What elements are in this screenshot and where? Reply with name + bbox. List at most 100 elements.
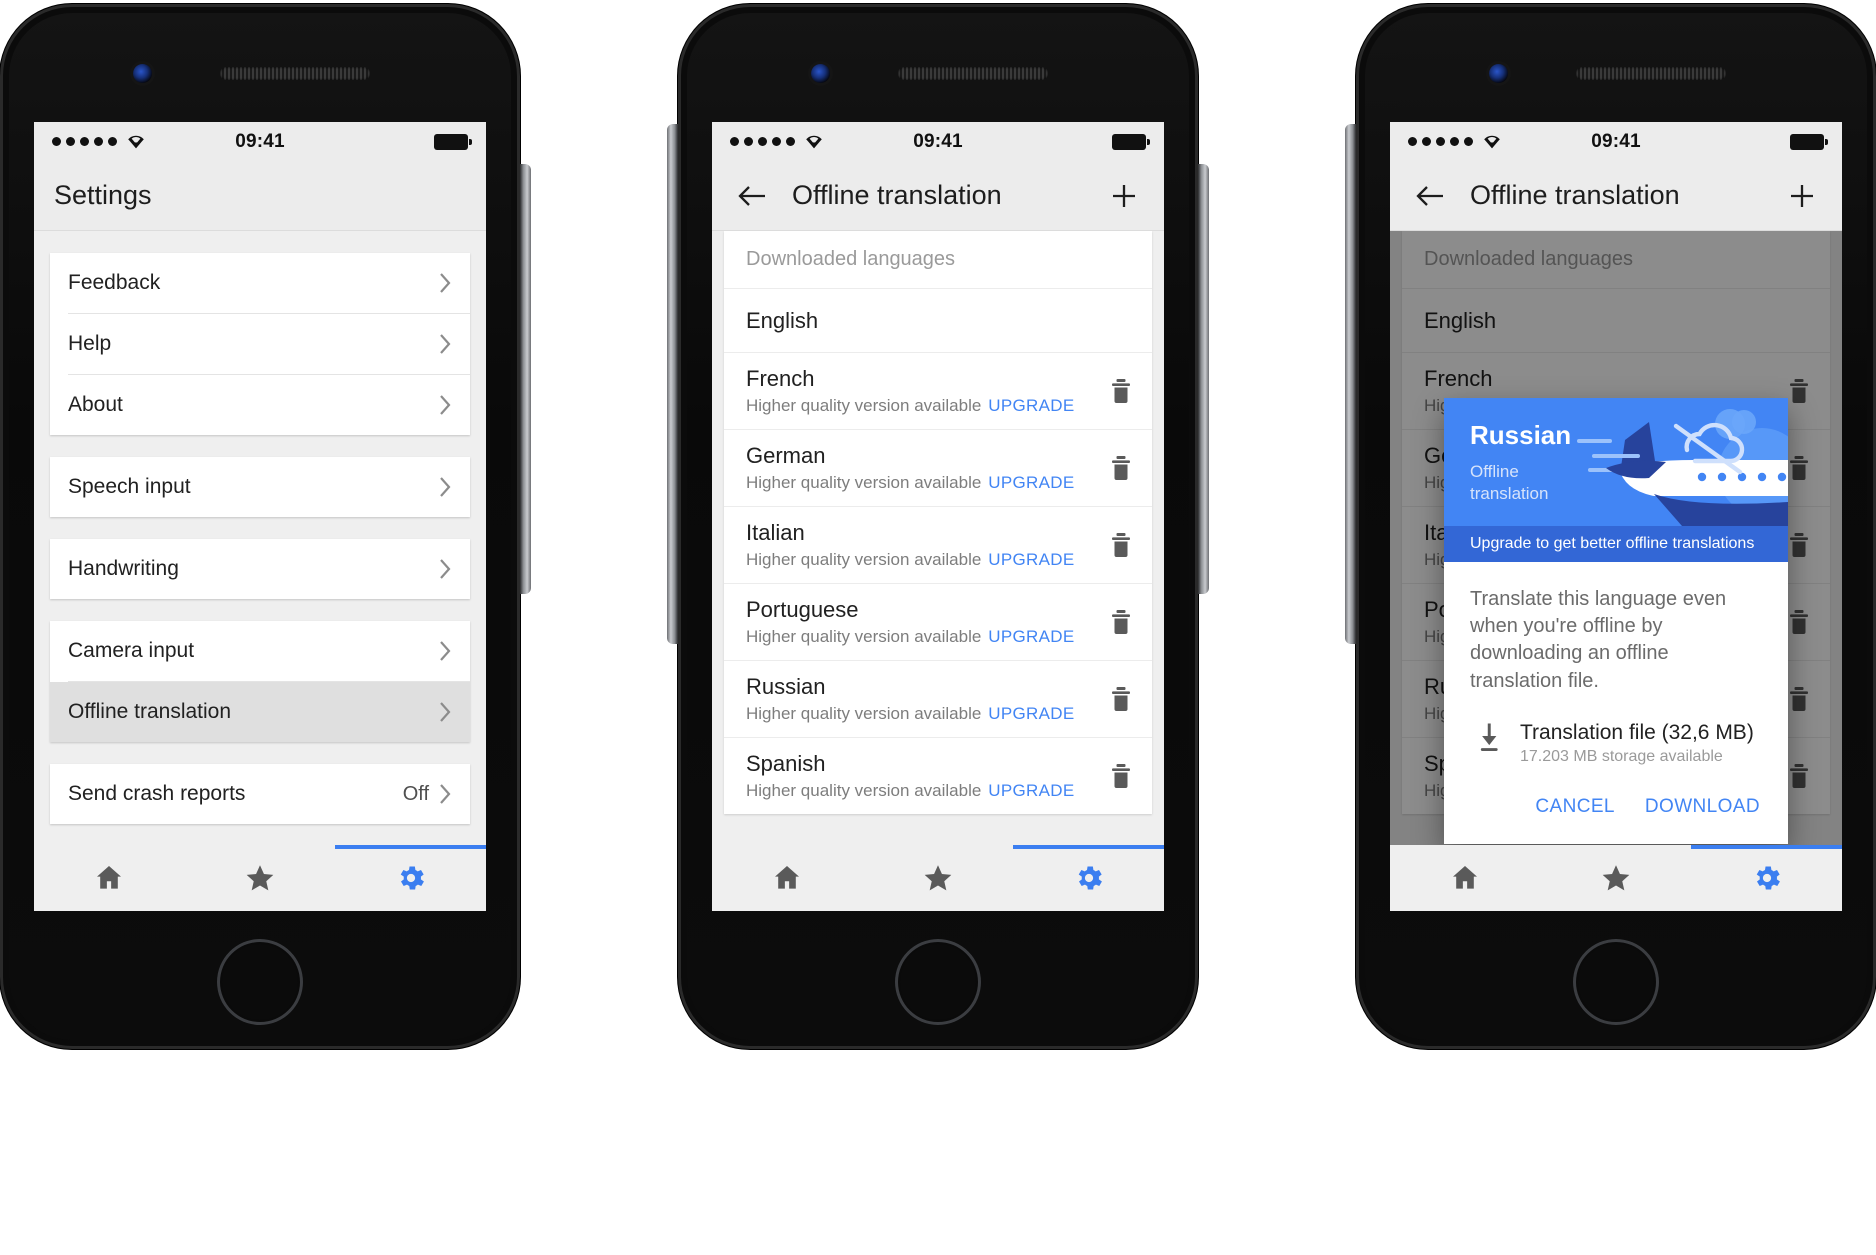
- chevron-right-icon: [439, 783, 452, 805]
- downloaded-languages-card: Downloaded languages English French High…: [724, 231, 1152, 814]
- settings-row-label: Offline translation: [68, 700, 232, 723]
- dialog-file-name: Translation file (32,6 MB): [1520, 720, 1754, 744]
- front-camera-icon: [1489, 64, 1508, 83]
- language-subtitle: Higher quality version availableUPGRADE: [746, 473, 1075, 492]
- download-language-dialog: Russian Offline translation Upgrade to ge…: [1444, 398, 1788, 844]
- battery-icon: [1790, 133, 1828, 150]
- settings-group: Camera input Offline translation: [50, 621, 470, 742]
- settings-row-label: Feedback: [68, 271, 161, 294]
- page-title: Offline translation: [1470, 180, 1680, 210]
- dialog-body: Translate this language even when you're…: [1444, 562, 1788, 695]
- battery-icon: [434, 133, 472, 150]
- language-name: French: [746, 366, 815, 391]
- gear-icon: [1756, 866, 1780, 890]
- tab-starred[interactable]: [1541, 862, 1692, 894]
- chevron-right-icon: [439, 333, 452, 355]
- list-item[interactable]: Portuguese Higher quality version availa…: [724, 583, 1152, 660]
- app-bar: Offline translation: [712, 161, 1164, 231]
- status-bar: 09:41: [712, 122, 1164, 161]
- delete-button[interactable]: [1108, 685, 1134, 713]
- settings-row-help[interactable]: Help: [50, 314, 470, 374]
- upgrade-link[interactable]: UPGRADE: [988, 473, 1074, 492]
- settings-row-send-crash-reports[interactable]: Send crash reports Off: [50, 764, 470, 824]
- bottom-tab-bar[interactable]: [712, 845, 1164, 911]
- tab-active-indicator: [1013, 845, 1164, 849]
- settings-row-handwriting[interactable]: Handwriting: [50, 539, 470, 599]
- settings-row-camera-input[interactable]: Camera input: [50, 621, 470, 681]
- list-item[interactable]: Russian Higher quality version available…: [724, 660, 1152, 737]
- language-subtitle: Higher quality version availableUPGRADE: [746, 627, 1075, 646]
- offline-languages-content[interactable]: Downloaded languages English French High…: [1390, 231, 1842, 845]
- offline-languages-content[interactable]: Downloaded languages English French High…: [712, 231, 1164, 845]
- delete-button[interactable]: [1108, 762, 1134, 790]
- list-item[interactable]: Spanish Higher quality version available…: [724, 737, 1152, 814]
- settings-row-offline-translation[interactable]: Offline translation: [50, 682, 470, 742]
- trash-icon: [1112, 610, 1130, 634]
- home-button[interactable]: [1573, 939, 1659, 1025]
- settings-content[interactable]: Feedback Help About Speech input Handwri…: [34, 231, 486, 845]
- upgrade-link[interactable]: UPGRADE: [988, 396, 1074, 415]
- chevron-right-icon: [439, 272, 452, 294]
- settings-row-about[interactable]: About: [50, 375, 470, 435]
- settings-row-label: Handwriting: [68, 557, 179, 580]
- language-name: Portuguese: [746, 597, 859, 622]
- trash-icon: [1112, 764, 1130, 788]
- tab-settings[interactable]: [1691, 862, 1842, 894]
- tab-starred[interactable]: [185, 862, 336, 894]
- language-name: Italian: [746, 520, 805, 545]
- add-language-button[interactable]: [1782, 176, 1822, 216]
- list-item[interactable]: German Higher quality version availableU…: [724, 429, 1152, 506]
- language-name: Russian: [746, 674, 826, 699]
- dialog-file-row: Translation file (32,6 MB) 17.203 MB sto…: [1444, 695, 1788, 766]
- settings-row-label: Speech input: [68, 475, 191, 498]
- settings-row-label: Camera input: [68, 639, 195, 662]
- dialog-hero: Russian Offline translation: [1444, 398, 1788, 526]
- back-button[interactable]: [1410, 176, 1450, 216]
- star-icon: [246, 865, 274, 891]
- upgrade-link[interactable]: UPGRADE: [988, 704, 1074, 723]
- delete-button[interactable]: [1108, 454, 1134, 482]
- download-button[interactable]: DOWNLOAD: [1643, 792, 1762, 822]
- delete-button[interactable]: [1108, 377, 1134, 405]
- upgrade-link[interactable]: UPGRADE: [988, 627, 1074, 646]
- upgrade-link[interactable]: UPGRADE: [988, 550, 1074, 569]
- tab-home[interactable]: [34, 862, 185, 894]
- gear-icon: [1078, 866, 1102, 890]
- page-title: Offline translation: [792, 180, 1002, 210]
- tab-active-indicator: [335, 845, 486, 849]
- trash-icon: [1112, 687, 1130, 711]
- bottom-tab-bar[interactable]: [1390, 845, 1842, 911]
- settings-row-speech-input[interactable]: Speech input: [50, 457, 470, 517]
- battery-icon: [1112, 133, 1150, 150]
- front-camera-icon: [811, 64, 830, 83]
- gear-icon: [400, 866, 424, 890]
- download-icon: [1480, 723, 1498, 751]
- tab-home[interactable]: [1390, 862, 1541, 894]
- back-button[interactable]: [732, 176, 772, 216]
- settings-group: Handwriting: [50, 539, 470, 599]
- cancel-button[interactable]: CANCEL: [1533, 792, 1616, 822]
- delete-button[interactable]: [1108, 531, 1134, 559]
- phone-device-1: 09:41 Settings Feedback Help About Speec…: [0, 4, 531, 1049]
- phone1-screen: 09:41 Settings Feedback Help About Speec…: [34, 122, 486, 911]
- add-language-button[interactable]: [1104, 176, 1144, 216]
- tab-starred[interactable]: [863, 862, 1014, 894]
- list-item[interactable]: French Higher quality version availableU…: [724, 352, 1152, 429]
- tab-settings[interactable]: [1013, 862, 1164, 894]
- list-section-header: Downloaded languages: [746, 248, 956, 270]
- plus-icon: [1113, 184, 1135, 207]
- upgrade-link[interactable]: UPGRADE: [988, 781, 1074, 800]
- trash-icon: [1112, 379, 1130, 403]
- settings-row-feedback[interactable]: Feedback: [50, 253, 470, 313]
- home-button[interactable]: [895, 939, 981, 1025]
- tab-home[interactable]: [712, 862, 863, 894]
- language-subtitle: Higher quality version availableUPGRADE: [746, 781, 1075, 800]
- delete-button[interactable]: [1108, 608, 1134, 636]
- list-item[interactable]: English: [724, 288, 1152, 352]
- home-button[interactable]: [217, 939, 303, 1025]
- dialog-storage-available: 17.203 MB storage available: [1520, 747, 1723, 765]
- tab-settings[interactable]: [335, 862, 486, 894]
- bottom-tab-bar[interactable]: [34, 845, 486, 911]
- status-time: 09:41: [913, 130, 963, 152]
- list-item[interactable]: Italian Higher quality version available…: [724, 506, 1152, 583]
